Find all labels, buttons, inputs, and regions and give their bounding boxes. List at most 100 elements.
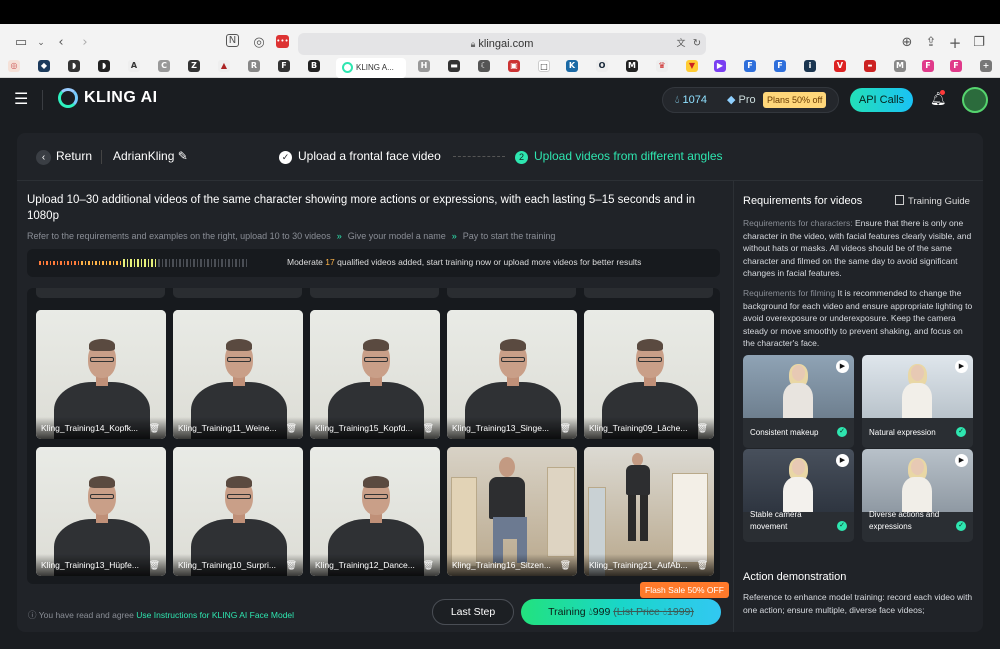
tab-favicon[interactable]: A [128, 60, 140, 72]
progress-tick [221, 259, 223, 267]
trash-icon[interactable]: 🗑︎ [423, 558, 434, 572]
tab-favicon[interactable]: ♛ [656, 60, 668, 72]
tab-favicon[interactable]: F [278, 60, 290, 72]
tab-favicon[interactable]: □ [538, 60, 550, 72]
example-card[interactable]: ▶ Stable camera movement ✓ [743, 449, 854, 542]
trash-icon[interactable]: 🗑︎ [697, 421, 708, 435]
menu-icon[interactable]: ☰ [14, 92, 28, 108]
tab-favicon[interactable]: M [894, 60, 906, 72]
tab-favicon[interactable]: M [626, 60, 638, 72]
trash-icon[interactable]: 🗑︎ [560, 558, 571, 572]
train-price: 999 [592, 606, 611, 618]
last-step-button[interactable]: Last Step [432, 599, 514, 625]
tab-favicon[interactable]: Z [188, 60, 200, 72]
tab-favicon[interactable]: R [248, 60, 260, 72]
tab-favicon[interactable]: K [566, 60, 578, 72]
progress-tick [112, 261, 114, 265]
tab-favicon[interactable]: ▲ [218, 60, 230, 72]
step-upload-angles[interactable]: 2 Upload videos from different angles [515, 149, 723, 164]
plans-badge[interactable]: Plans 50% off [763, 92, 827, 108]
upload-instructions: Upload 10–30 additional videos of the sa… [27, 192, 727, 242]
tab-favicon[interactable]: B [308, 60, 320, 72]
edit-pencil-icon[interactable]: ✎ [178, 149, 188, 163]
avatar[interactable] [962, 87, 988, 113]
tab-favicon[interactable]: F [774, 60, 786, 72]
play-icon[interactable]: ▶ [955, 360, 968, 373]
return-button[interactable]: ‹ Return [36, 149, 92, 165]
api-calls-button[interactable]: API Calls [850, 88, 913, 112]
trash-icon[interactable]: 🗑︎ [149, 558, 160, 572]
notion-extension-icon[interactable]: N [226, 34, 239, 47]
notification-bell-icon[interactable]: 🔔︎ [930, 90, 947, 107]
video-thumbnail[interactable]: Kling_Training13_Hüpfe... 🗑︎ [36, 447, 166, 576]
tab-favicon[interactable]: F [950, 60, 962, 72]
trash-icon[interactable]: 🗑︎ [560, 421, 571, 435]
tab-favicon[interactable]: ▬ [864, 60, 876, 72]
chevron-down-icon[interactable]: ⌄ [32, 34, 50, 52]
tab-favicon[interactable]: + [980, 60, 992, 72]
extension-red-icon[interactable]: ••• [276, 35, 289, 48]
training-button[interactable]: Training 💧︎999 (List Price 💧︎1999) [521, 599, 721, 625]
video-thumbnail[interactable]: Kling_Training14_Kopfk... 🗑︎ [36, 310, 166, 439]
new-tab-icon[interactable]: + [946, 34, 964, 52]
trash-icon[interactable]: 🗑︎ [149, 421, 160, 435]
tab-favicon[interactable]: ▣ [508, 60, 520, 72]
double-chevron-icon: » [336, 231, 342, 241]
tab-favicon[interactable]: ◎ [8, 60, 20, 72]
tab-favicon[interactable]: ☾ [478, 60, 490, 72]
progress-tick [60, 261, 62, 265]
sidebar-toggle-icon[interactable]: ▭ [12, 34, 30, 52]
tab-favicon[interactable]: O [596, 60, 608, 72]
trash-icon[interactable]: 🗑︎ [697, 558, 708, 572]
credits-pill[interactable]: 💧︎ 1074 ◆ Pro Plans 50% off [662, 87, 839, 113]
video-thumbnail[interactable]: Kling_Training16_Sitzen... 🗑︎ [447, 447, 577, 576]
kling-logo[interactable]: KLING AI [58, 88, 158, 108]
tab-favicon[interactable]: ▼ [686, 60, 698, 72]
play-icon[interactable]: ▶ [836, 454, 849, 467]
trash-icon[interactable]: 🗑︎ [286, 558, 297, 572]
tab-favicon[interactable]: ◗ [98, 60, 110, 72]
trash-icon[interactable]: 🗑︎ [286, 421, 297, 435]
step-upload-frontal[interactable]: ✓ Upload a frontal face video [279, 149, 441, 164]
tab-favicon[interactable]: V [834, 60, 846, 72]
video-thumbnail[interactable]: Kling_Training09_Lâche... 🗑︎ [584, 310, 714, 439]
video-thumbnail[interactable]: Kling_Training12_Dance... 🗑︎ [310, 447, 440, 576]
extension-circle-icon[interactable]: ◎ [250, 34, 268, 52]
tab-favicon[interactable]: ◆ [38, 60, 50, 72]
share-icon[interactable]: ⇪ [922, 34, 940, 52]
tab-favicon[interactable]: F [922, 60, 934, 72]
diamond-icon: ◆ [727, 94, 736, 106]
model-name[interactable]: AdrianKling ✎ [113, 149, 188, 163]
tab-favicon[interactable]: i [804, 60, 816, 72]
play-icon[interactable]: ▶ [836, 360, 849, 373]
play-icon[interactable]: ▶ [955, 454, 968, 467]
tab-favicon[interactable]: F [744, 60, 756, 72]
progress-tick [91, 261, 93, 265]
tab-favicon[interactable]: C [158, 60, 170, 72]
tab-overview-icon[interactable]: ❐ [970, 34, 988, 52]
forward-icon[interactable]: › [76, 34, 94, 52]
reload-icon[interactable]: ↻ [688, 35, 706, 53]
instructions-link[interactable]: Use Instructions for KLING AI Face Model [136, 610, 294, 620]
video-name: Kling_Training11_Weine... [173, 417, 303, 439]
trash-icon[interactable]: 🗑︎ [423, 421, 434, 435]
download-icon[interactable]: ⊕ [898, 34, 916, 52]
video-thumbnail[interactable]: Kling_Training15_Kopfd... 🗑︎ [310, 310, 440, 439]
back-icon[interactable]: ‹ [52, 34, 70, 52]
tab-favicon[interactable]: ▶ [714, 60, 726, 72]
training-guide-link[interactable]: Training Guide [895, 195, 970, 207]
video-thumbnail[interactable]: Kling_Training11_Weine... 🗑︎ [173, 310, 303, 439]
upload-substeps: Refer to the requirements and examples o… [27, 230, 727, 242]
progress-tick [200, 259, 202, 267]
video-thumbnail[interactable]: Kling_Training13_Singe... 🗑︎ [447, 310, 577, 439]
active-tab[interactable]: KLING A... [336, 58, 406, 78]
example-card[interactable]: ▶ Natural expression ✓ [862, 355, 973, 448]
video-thumbnail[interactable]: Kling_Training10_Surpri... 🗑︎ [173, 447, 303, 576]
tab-favicon[interactable]: ◗ [68, 60, 80, 72]
tab-favicon[interactable]: H [418, 60, 430, 72]
video-thumbnail[interactable]: Kling_Training21_AufAb... 🗑︎ [584, 447, 714, 576]
tab-favicon[interactable]: ▬ [448, 60, 460, 72]
address-bar[interactable]: 🔒︎ klingai.com [298, 33, 706, 55]
example-card[interactable]: ▶ Diverse actions and expressions ✓ [862, 449, 973, 542]
example-card[interactable]: ▶ Consistent makeup ✓ [743, 355, 854, 448]
